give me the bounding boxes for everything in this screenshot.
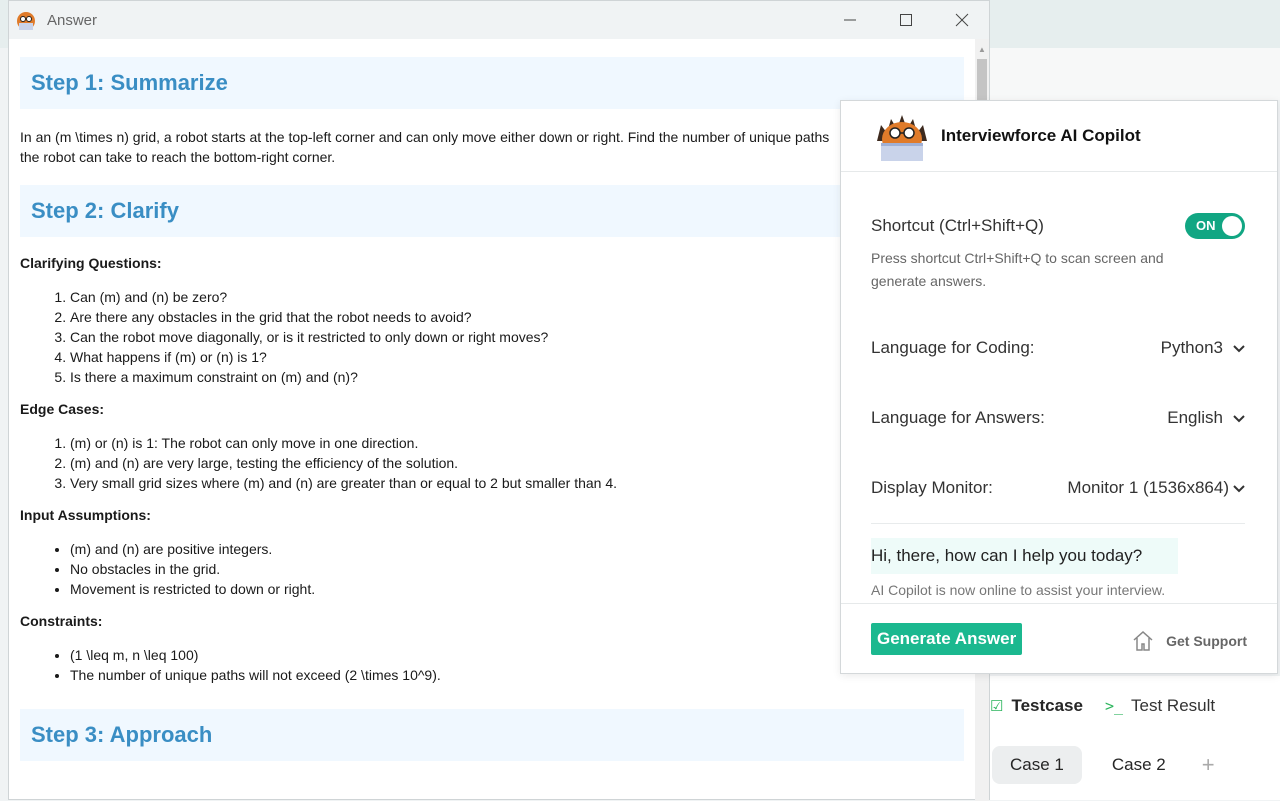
copilot-footer: Generate Answer Get Support — [841, 603, 1277, 676]
online-message: AI Copilot is now online to assist your … — [871, 582, 1166, 598]
toggle-knob — [1222, 216, 1242, 236]
maximize-icon — [900, 14, 912, 26]
list-item: Movement is restricted to down or right. — [70, 579, 964, 599]
constraints-heading: Constraints: — [20, 613, 103, 629]
answer-language-select[interactable]: English — [1167, 408, 1245, 428]
shortcut-description: Press shortcut Ctrl+Shift+Q to scan scre… — [871, 250, 1164, 289]
coding-language-value: Python3 — [1160, 338, 1223, 357]
background-app-toolbar — [990, 48, 1280, 100]
divider — [871, 523, 1245, 524]
summary-text: In an (m \times n) grid, a robot starts … — [20, 129, 830, 165]
list-item: (m) and (n) are very large, testing the … — [70, 453, 964, 473]
case-tabs: Case 1 Case 2 + — [992, 746, 1215, 784]
get-support-link[interactable]: Get Support — [1132, 630, 1247, 652]
generate-answer-button[interactable]: Generate Answer — [871, 623, 1023, 655]
coding-language-row: Language for Coding: Python3 — [871, 338, 1245, 358]
shortcut-row: Shortcut (Ctrl+Shift+Q) ON — [871, 213, 1245, 239]
terminal-icon: >_ — [1104, 697, 1124, 715]
case-2-tab[interactable]: Case 2 — [1094, 746, 1184, 784]
minimize-button[interactable] — [822, 1, 878, 39]
copilot-header: Interviewforce AI Copilot — [841, 101, 1277, 172]
list-item: What happens if (m) or (n) is 1? — [70, 347, 964, 367]
list-item: (m) or (n) is 1: The robot can only move… — [70, 433, 964, 453]
maximize-button[interactable] — [878, 1, 934, 39]
answer-language-value: English — [1167, 408, 1223, 427]
step2-heading: Step 2: Clarify — [20, 185, 964, 237]
chevron-down-icon — [1233, 481, 1245, 496]
greeting-text: Hi, there, how can I help you today? — [871, 546, 1143, 565]
coding-language-label: Language for Coding: — [871, 338, 1035, 357]
clarifying-list: Can (m) and (n) be zero? Are there any o… — [20, 287, 964, 387]
scroll-up-icon[interactable]: ▲ — [978, 45, 986, 54]
answer-language-label: Language for Answers: — [871, 408, 1045, 427]
title-bar[interactable]: Answer — [9, 1, 989, 39]
edge-heading: Edge Cases: — [20, 401, 105, 417]
copilot-panel: Interviewforce AI Copilot Shortcut (Ctrl… — [840, 100, 1278, 674]
list-item: No obstacles in the grid. — [70, 559, 964, 579]
step1-heading: Step 1: Summarize — [20, 57, 964, 109]
shortcut-toggle[interactable]: ON — [1185, 213, 1245, 239]
chevron-down-icon — [1233, 341, 1245, 356]
tab-test-result[interactable]: >_ Test Result — [1105, 696, 1215, 716]
coding-language-select[interactable]: Python3 — [1161, 338, 1245, 358]
monitor-select[interactable]: Monitor 1 (1536x864) — [1067, 478, 1245, 498]
edge-list: (m) or (n) is 1: The robot can only move… — [20, 433, 964, 493]
list-item: (1 \leq m, n \leq 100) — [70, 645, 964, 665]
toggle-label: ON — [1196, 218, 1216, 233]
answer-language-row: Language for Answers: English — [871, 408, 1245, 428]
checkbox-icon: ☑ — [990, 698, 1004, 715]
window-title: Answer — [47, 11, 98, 29]
minimize-icon — [844, 19, 856, 21]
close-icon — [955, 13, 969, 27]
case-1-tab[interactable]: Case 1 — [992, 746, 1082, 784]
tab-testcase[interactable]: ☑ Testcase — [990, 696, 1083, 716]
list-item: Can the robot move diagonally, or is it … — [70, 327, 964, 347]
input-heading: Input Assumptions: — [20, 507, 151, 523]
copilot-logo-icon — [877, 115, 927, 161]
monitor-label: Display Monitor: — [871, 478, 993, 497]
app-logo-icon — [17, 12, 35, 30]
add-case-button[interactable]: + — [1202, 752, 1215, 778]
chevron-down-icon — [1233, 411, 1245, 426]
input-list: (m) and (n) are positive integers. No ob… — [20, 539, 964, 599]
copilot-title: Interviewforce AI Copilot — [941, 126, 1141, 145]
get-support-label: Get Support — [1166, 633, 1247, 649]
answer-content[interactable]: Step 1: Summarize In an (m \times n) gri… — [9, 39, 975, 801]
list-item: Are there any obstacles in the grid that… — [70, 307, 964, 327]
clarifying-heading: Clarifying Questions: — [20, 255, 162, 271]
home-icon — [1133, 630, 1153, 651]
list-item: Very small grid sizes where (m) and (n) … — [70, 473, 964, 493]
list-item: The number of unique paths will not exce… — [70, 665, 964, 685]
list-item: Can (m) and (n) be zero? — [70, 287, 964, 307]
list-item: (m) and (n) are positive integers. — [70, 539, 964, 559]
monitor-value: Monitor 1 (1536x864) — [1067, 478, 1229, 497]
step3-heading: Step 3: Approach — [20, 709, 964, 761]
monitor-row: Display Monitor: Monitor 1 (1536x864) — [871, 478, 1245, 498]
close-button[interactable] — [934, 1, 990, 39]
background-tabs: ☑ Testcase >_ Test Result — [990, 692, 1237, 720]
list-item: Is there a maximum constraint on (m) and… — [70, 367, 964, 387]
greeting-message: Hi, there, how can I help you today? — [871, 538, 1179, 574]
shortcut-label: Shortcut (Ctrl+Shift+Q) — [871, 216, 1044, 235]
constraints-list: (1 \leq m, n \leq 100) The number of uni… — [20, 645, 964, 685]
